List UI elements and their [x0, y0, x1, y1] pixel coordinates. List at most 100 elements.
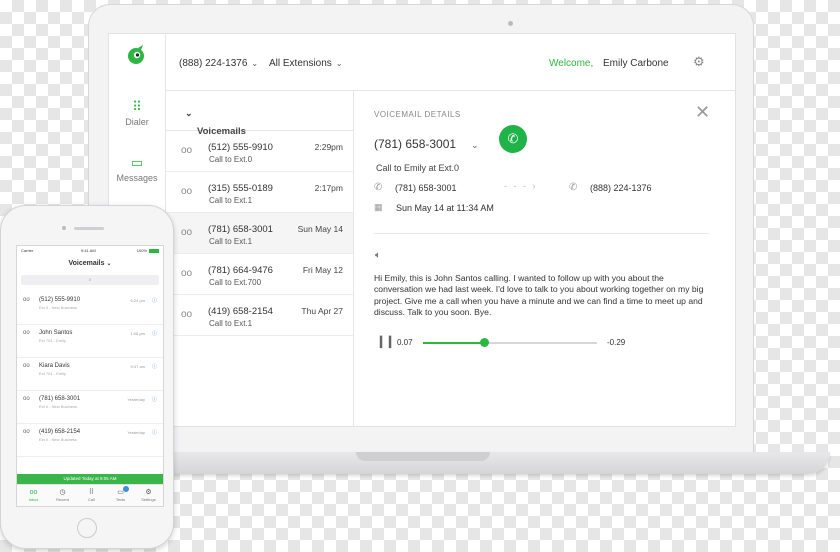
voicemail-icon: ᴏᴏ — [23, 297, 30, 303]
caller-extension: Ext 0 - New Business — [39, 305, 78, 310]
extensions-selector[interactable]: All Extensions ⌄ — [269, 58, 343, 69]
call-direction-divider: - - - › — [504, 181, 538, 191]
call-extension: Call to Ext.1 — [209, 196, 253, 205]
call-time: 1:08 pm — [130, 331, 145, 336]
info-icon[interactable]: ⓘ — [152, 297, 157, 304]
tab-label: Recent — [56, 497, 69, 502]
desktop-app: ⠿ Dialer ▭ Messages (888) 224-1376 ⌄ All … — [108, 33, 736, 427]
clock-icon: ◷ — [59, 489, 66, 496]
pause-button[interactable]: ❙❙ — [376, 334, 395, 348]
list-item[interactable]: ᴏᴏ (781) 658-3001 Ext 0 - New Business Y… — [17, 391, 163, 424]
call-time: Thu Apr 27 — [301, 306, 343, 316]
caller-extension: Ext 0 - New Business — [39, 404, 78, 409]
chat-icon: ▭ — [117, 489, 124, 496]
call-time: Sun May 14 — [297, 224, 343, 234]
caller-number: (512) 555-9910 — [208, 142, 273, 153]
list-item[interactable]: ᴏᴏ (315) 555-0189 Call to Ext.1 2:17pm — [165, 172, 353, 213]
call-extension: Call to Ext.700 — [209, 278, 262, 287]
call-time: 6:24 pm — [130, 298, 145, 303]
battery-icon — [149, 248, 159, 253]
info-icon[interactable]: ⓘ — [152, 429, 157, 436]
search-input[interactable]: ⌕ — [21, 275, 159, 285]
tab-call[interactable]: ⠿ Call — [77, 488, 106, 502]
notification-badge — [123, 486, 129, 492]
top-header: (888) 224-1376 ⌄ All Extensions ⌄ Welcome,… — [165, 34, 735, 91]
to-number: (888) 224-1376 — [590, 183, 652, 193]
sidebar-item-messages[interactable]: ▭ Messages — [109, 155, 165, 184]
list-item[interactable]: ᴏᴏ (419) 658-2154 Call to Ext.1 Thu Apr … — [165, 295, 353, 336]
sidebar-item-dialer[interactable]: ⠿ Dialer — [109, 100, 165, 128]
tab-inbox[interactable]: ᴏᴏ Inbox — [19, 488, 48, 502]
call-time: 9:47 am — [130, 364, 145, 369]
mobile-app: Carrier 9:41 AM 100% Voicemails ⌄ ⌕ ᴏᴏ (… — [16, 245, 164, 507]
sidebar-item-label: Messages — [116, 173, 158, 183]
welcome-text: Welcome, — [549, 58, 594, 69]
user-name: Emily Carbone — [603, 58, 669, 69]
list-item[interactable]: ᴏᴏ (781) 658-3001 Call to Ext.1 Sun May … — [165, 213, 353, 254]
outgoing-call-icon: ✆ — [569, 182, 578, 193]
list-item[interactable]: ᴏᴏ (419) 658-2154 Ext 0 - New Business Y… — [17, 424, 163, 457]
caller-extension: Ext 0 - New Business — [39, 437, 78, 442]
caller-number: (781) 658-3001 — [208, 224, 273, 235]
list-item[interactable]: ᴏᴏ (781) 664-9476 Call to Ext.700 Fri Ma… — [165, 254, 353, 295]
voicemail-icon: ᴏᴏ — [23, 330, 30, 336]
voicemail-icon: ᴏᴏ — [181, 309, 193, 320]
voicemail-icon: ᴏᴏ — [23, 429, 30, 435]
voicemail-list-header[interactable]: Voicemails ⌄ — [165, 90, 353, 137]
voicemail-icon: ᴏᴏ — [181, 186, 193, 197]
audio-progress-slider[interactable] — [423, 338, 597, 347]
caller-name: John Santos — [39, 330, 73, 336]
tab-texts[interactable]: ▭ Texts — [106, 486, 135, 502]
close-icon[interactable]: ✕ — [695, 102, 710, 123]
tab-label: Inbox — [28, 497, 39, 502]
call-time: Fri May 12 — [302, 265, 343, 275]
status-bar: Carrier 9:41 AM 100% — [17, 248, 163, 255]
elapsed-time: 0.07 — [397, 338, 413, 347]
call-to-text: Call to Emily at Ext.0 — [376, 163, 460, 173]
list-item[interactable]: ᴏᴏ John Santos Ext 701 - Emily 1:08 pm ⓘ — [17, 325, 163, 358]
dialpad-icon: ⠿ — [88, 489, 95, 496]
gear-icon: ⚙ — [145, 489, 152, 496]
list-item[interactable]: ᴏᴏ (512) 555-9910 Call to Ext.0 2:29pm — [165, 131, 353, 172]
caller-name: (512) 555-9910 — [39, 297, 81, 303]
laptop-camera — [508, 21, 513, 26]
from-number: (781) 658-3001 — [395, 183, 457, 193]
chat-icon: ▭ — [130, 155, 144, 170]
chevron-down-icon: ⌄ — [251, 59, 259, 68]
call-button[interactable]: ✆ — [499, 125, 527, 153]
voicemail-details: VOICEMAIL DETAILS ✕ (781) 658-3001 ⌄ ✆ C… — [354, 90, 735, 426]
voicemail-icon: ᴏᴏ — [29, 489, 38, 496]
slider-handle[interactable] — [479, 338, 489, 347]
audio-progress-fill — [423, 342, 484, 344]
info-icon[interactable]: ⓘ — [152, 363, 157, 370]
tab-settings[interactable]: ⚙ Settings — [134, 488, 163, 502]
tab-label: Settings — [141, 497, 156, 502]
update-banner: Updated Today at 9:05 AM — [17, 474, 163, 484]
info-icon[interactable]: ⓘ — [152, 396, 157, 403]
tab-recent[interactable]: ◷ Recent — [48, 488, 77, 502]
caller-number: (419) 658-2154 — [208, 306, 273, 317]
carrier-label: Carrier — [21, 248, 34, 253]
list-item[interactable]: ᴏᴏ (512) 555-9910 Ext 0 - New Business 6… — [17, 292, 163, 325]
calendar-icon: ▦ — [374, 202, 383, 212]
phone-camera — [62, 226, 66, 230]
divider — [374, 233, 709, 234]
phone-number: (888) 224-1376 — [179, 58, 248, 69]
mobile-title[interactable]: Voicemails ⌄ — [17, 260, 163, 267]
info-icon[interactable]: ⓘ — [152, 330, 157, 337]
gear-icon[interactable]: ⚙ — [693, 54, 705, 70]
remaining-time: -0.29 — [607, 338, 626, 347]
details-number: (781) 658-3001 — [374, 137, 457, 151]
laptop-base — [150, 452, 830, 474]
laptop-notch — [356, 452, 490, 461]
phone-number-selector[interactable]: (888) 224-1376 ⌄ — [179, 58, 258, 69]
caller-number: (315) 555-0189 — [208, 183, 273, 194]
tab-label: Texts — [115, 497, 126, 502]
tab-bar: ᴏᴏ Inbox ◷ Recent ⠿ Call ▭ Texts ⚙ Setti… — [17, 484, 163, 506]
chevron-down-icon: ⌄ — [106, 261, 112, 267]
list-item[interactable]: ᴏᴏ Kiara Davis Ext 701 - Emily 9:47 am ⓘ — [17, 358, 163, 391]
call-extension: Call to Ext.1 — [209, 319, 253, 328]
tab-label: Call — [88, 497, 95, 502]
chevron-down-icon[interactable]: ⌄ — [471, 140, 479, 151]
voicemail-icon: ᴏᴏ — [181, 145, 193, 156]
